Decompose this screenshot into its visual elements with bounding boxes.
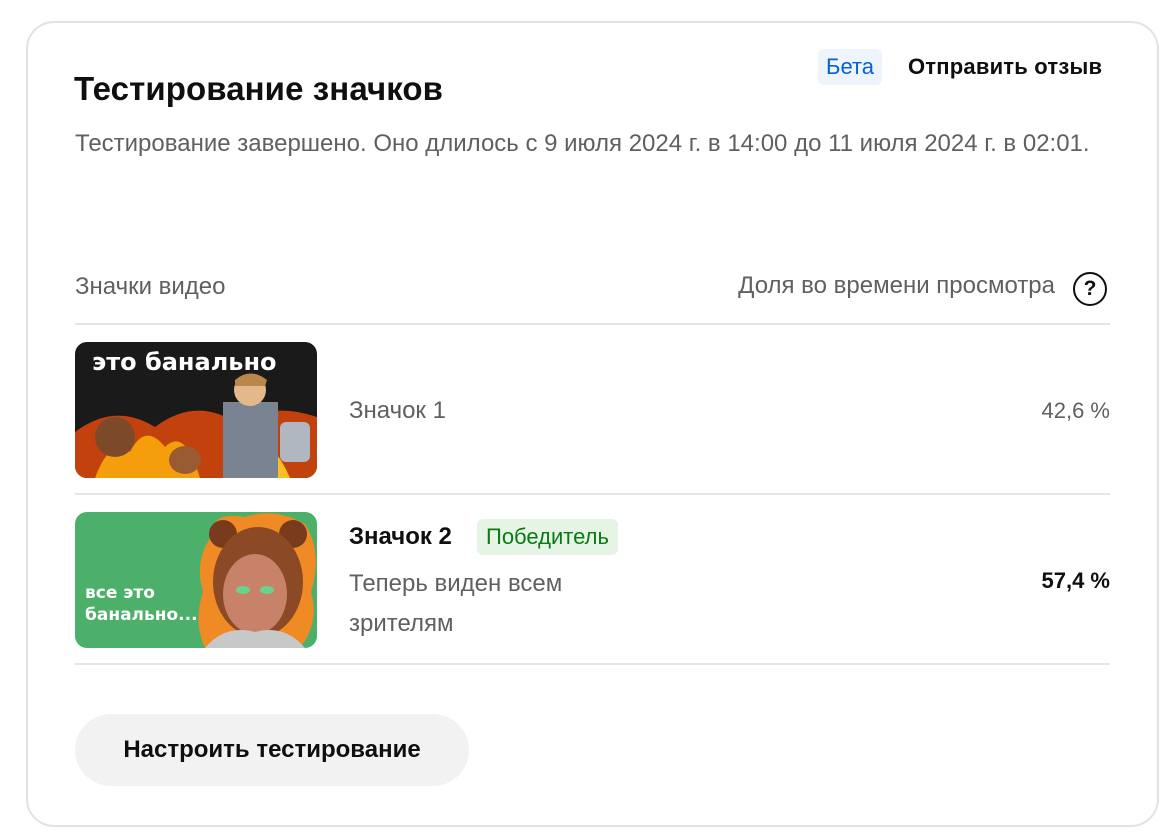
winner-badge: Победитель: [477, 519, 618, 555]
divider: [75, 323, 1110, 325]
page-title: Тестирование значков: [74, 70, 444, 107]
column-header-watch-time-share: Доля во времени просмотра: [738, 272, 1055, 299]
thumbnail-2-text-line2: банально...: [85, 605, 198, 625]
thumbnail-2-text-line1: все это: [85, 583, 155, 603]
thumbnail-2-share: 57,4 %: [1041, 568, 1111, 593]
setup-test-button[interactable]: Настроить тестирование: [75, 714, 469, 786]
thumbnail-1-share: 42,6 %: [1041, 398, 1111, 423]
test-status-description: Тестирование завершено. Оно длилось с 9 …: [75, 130, 1090, 157]
thumbnail-2-label: Значок 2: [349, 523, 452, 550]
thumbnail-1-image: это банально: [75, 342, 317, 478]
thumbnail-1-label: Значок 1: [349, 397, 446, 424]
divider: [75, 493, 1110, 495]
column-header-thumbnails: Значки видео: [75, 273, 226, 300]
divider: [75, 663, 1110, 665]
help-icon[interactable]: ?: [1073, 272, 1107, 306]
thumbnail-2-subtitle: Теперь виден всем зрителям: [349, 570, 563, 637]
thumbnail-1-text: это банально: [92, 348, 277, 376]
beta-badge: Бета: [818, 49, 883, 85]
thumbnail-2-image: все это банально...: [75, 512, 317, 648]
send-feedback-link[interactable]: Отправить отзыв: [908, 54, 1102, 80]
